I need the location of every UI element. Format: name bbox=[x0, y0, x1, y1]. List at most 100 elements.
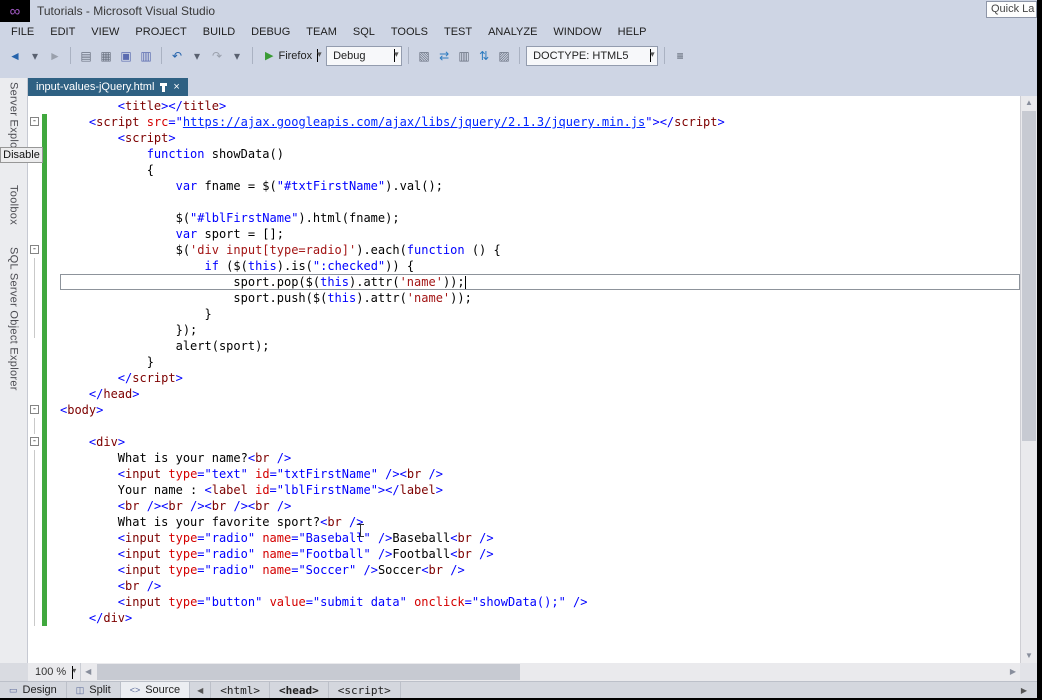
scroll-left-icon[interactable]: ◀ bbox=[81, 663, 95, 681]
side-tab-toolbox[interactable]: Toolbox bbox=[8, 185, 20, 225]
disable-button[interactable]: Disable bbox=[0, 147, 43, 163]
menu-edit[interactable]: EDIT bbox=[42, 22, 83, 42]
horizontal-scroll-thumb[interactable] bbox=[97, 664, 520, 680]
menu-project[interactable]: PROJECT bbox=[127, 22, 194, 42]
save-all-icon[interactable]: ▥ bbox=[137, 49, 155, 63]
browser-preview-icon[interactable]: ▥ bbox=[455, 49, 473, 63]
code-line[interactable]: <input type="text" id="txtFirstName" /><… bbox=[28, 466, 1020, 482]
code-line[interactable]: sport.push($(this).attr('name')); bbox=[28, 290, 1020, 306]
breadcrumb-tag[interactable]: <html> bbox=[211, 682, 270, 698]
scroll-right-icon[interactable]: ▶ bbox=[1006, 663, 1020, 681]
horizontal-scrollbar[interactable]: ◀ ▶ bbox=[81, 663, 1020, 681]
code-line[interactable]: <input type="button" value="submit data"… bbox=[28, 594, 1020, 610]
pin-icon[interactable] bbox=[160, 82, 168, 92]
sync-icon[interactable]: ⇅ bbox=[475, 49, 493, 63]
scroll-down-icon[interactable]: ▼ bbox=[1021, 649, 1037, 663]
code-line[interactable]: function showData() bbox=[28, 146, 1020, 162]
code-line[interactable]: <script> bbox=[28, 130, 1020, 146]
fold-collapse-icon[interactable]: - bbox=[30, 437, 39, 446]
code-line[interactable]: sport.pop($(this).attr('name')); bbox=[28, 274, 1020, 290]
code-line[interactable]: <input type="radio" name="Soccer" />Socc… bbox=[28, 562, 1020, 578]
side-tab-sql-server-object-explorer[interactable]: SQL Server Object Explorer bbox=[8, 247, 20, 391]
code-line[interactable]: What is your favorite sport?<br /> bbox=[28, 514, 1020, 530]
fold-collapse-icon[interactable]: - bbox=[30, 245, 39, 254]
save-icon[interactable]: ▣ bbox=[117, 49, 135, 63]
code-line[interactable]: - <script src="https://ajax.googleapis.c… bbox=[28, 114, 1020, 130]
undo-icon[interactable]: ↶ bbox=[168, 49, 186, 63]
code-line[interactable]: What is your name?<br /> bbox=[28, 450, 1020, 466]
redo-icon[interactable]: ↷ bbox=[208, 49, 226, 63]
code-line[interactable]: </head> bbox=[28, 386, 1020, 402]
open-file-icon[interactable]: ▦ bbox=[97, 49, 115, 63]
breadcrumb-back-icon[interactable]: ◀ bbox=[190, 682, 212, 698]
code-line[interactable] bbox=[28, 194, 1020, 210]
document-tab[interactable]: input-values-jQuery.html × bbox=[28, 78, 188, 96]
menu-view[interactable]: VIEW bbox=[83, 22, 127, 42]
undo-dropdown-icon[interactable]: ▾ bbox=[188, 49, 206, 63]
vertical-scroll-thumb[interactable] bbox=[1022, 111, 1036, 441]
menu-file[interactable]: FILE bbox=[3, 22, 42, 42]
chevron-down-icon[interactable]: ▾ bbox=[317, 49, 322, 62]
code-editor[interactable]: <title></title> - <script src="https://aj… bbox=[28, 96, 1020, 663]
code-token: br bbox=[255, 499, 270, 513]
redo-dropdown-icon[interactable]: ▾ bbox=[228, 49, 246, 63]
code-line[interactable]: }); bbox=[28, 322, 1020, 338]
view-design-button[interactable]: ▭ Design bbox=[0, 682, 67, 698]
view-split-button[interactable]: ◫ Split bbox=[67, 682, 121, 698]
attach-debugger-icon[interactable]: ▧ bbox=[415, 49, 433, 63]
code-line[interactable]: - <div> bbox=[28, 434, 1020, 450]
code-line[interactable]: <title></title> bbox=[28, 98, 1020, 114]
menu-sql[interactable]: SQL bbox=[345, 22, 383, 42]
menu-debug[interactable]: DEBUG bbox=[243, 22, 298, 42]
menu-tools[interactable]: TOOLS bbox=[383, 22, 436, 42]
code-gutter bbox=[28, 610, 60, 626]
close-icon[interactable]: × bbox=[173, 81, 179, 93]
code-line[interactable]: } bbox=[28, 306, 1020, 322]
formatting-icon[interactable]: ≡ bbox=[671, 49, 689, 63]
fold-collapse-icon[interactable]: - bbox=[30, 405, 39, 414]
code-line[interactable]: <br /> bbox=[28, 578, 1020, 594]
code-line[interactable]: alert(sport); bbox=[28, 338, 1020, 354]
menu-team[interactable]: TEAM bbox=[298, 22, 345, 42]
fold-collapse-icon[interactable]: - bbox=[30, 117, 39, 126]
menu-help[interactable]: HELP bbox=[610, 22, 655, 42]
quick-launch-input[interactable]: Quick La bbox=[986, 1, 1037, 18]
code-line[interactable]: Your name : <label id="lblFirstName"></l… bbox=[28, 482, 1020, 498]
code-line[interactable]: { bbox=[28, 162, 1020, 178]
menu-window[interactable]: WINDOW bbox=[545, 22, 609, 42]
code-line[interactable]: var fname = $("#txtFirstName").val(); bbox=[28, 178, 1020, 194]
toolbar-separator bbox=[519, 47, 521, 64]
code-line[interactable]: $("#lblFirstName").html(fname); bbox=[28, 210, 1020, 226]
code-token: > bbox=[435, 483, 443, 497]
code-line[interactable]: <input type="radio" name="Football" />Fo… bbox=[28, 546, 1020, 562]
breadcrumb-forward-icon[interactable]: ▶ bbox=[1015, 686, 1033, 695]
vertical-scrollbar[interactable]: ▲ ▼ bbox=[1020, 96, 1037, 663]
navigate-forward-icon[interactable]: ► bbox=[46, 49, 64, 63]
code-line[interactable]: if ($(this).is(":checked")) { bbox=[28, 258, 1020, 274]
navigate-back-icon[interactable]: ◄ bbox=[6, 49, 24, 63]
code-line[interactable]: <input type="radio" name="Baseball" />Ba… bbox=[28, 530, 1020, 546]
scroll-up-icon[interactable]: ▲ bbox=[1021, 96, 1037, 110]
doctype-dropdown[interactable]: DOCTYPE: HTML5 ▾ bbox=[526, 45, 659, 66]
stylesheet-icon[interactable]: ▨ bbox=[495, 49, 513, 63]
code-line[interactable]: </script> bbox=[28, 370, 1020, 386]
code-line[interactable]: - <body> bbox=[28, 402, 1020, 418]
breadcrumb-tag[interactable]: <script> bbox=[329, 682, 401, 698]
start-debug-button[interactable]: ▶ Firefox ▾ bbox=[259, 49, 324, 62]
breadcrumb-tag[interactable]: <head> bbox=[270, 682, 329, 698]
menu-test[interactable]: TEST bbox=[436, 22, 480, 42]
code-line[interactable]: <br /><br /><br /><br /> bbox=[28, 498, 1020, 514]
code-line[interactable] bbox=[28, 418, 1020, 434]
code-line[interactable]: </div> bbox=[28, 610, 1020, 626]
code-line[interactable]: - $('div input[type=radio]').each(functi… bbox=[28, 242, 1020, 258]
code-line[interactable]: } bbox=[28, 354, 1020, 370]
navigate-back-dropdown-icon[interactable]: ▾ bbox=[26, 49, 44, 63]
code-line[interactable]: var sport = []; bbox=[28, 226, 1020, 242]
menu-build[interactable]: BUILD bbox=[195, 22, 243, 42]
menu-analyze[interactable]: ANALYZE bbox=[480, 22, 545, 42]
zoom-dropdown[interactable]: 100 % ▾ bbox=[28, 663, 82, 681]
solution-config-dropdown[interactable]: Debug ▾ bbox=[326, 45, 403, 66]
page-inspector-icon[interactable]: ⇄ bbox=[435, 49, 453, 63]
new-file-icon[interactable]: ▤ bbox=[77, 49, 95, 63]
view-source-button[interactable]: <> Source bbox=[120, 682, 191, 698]
